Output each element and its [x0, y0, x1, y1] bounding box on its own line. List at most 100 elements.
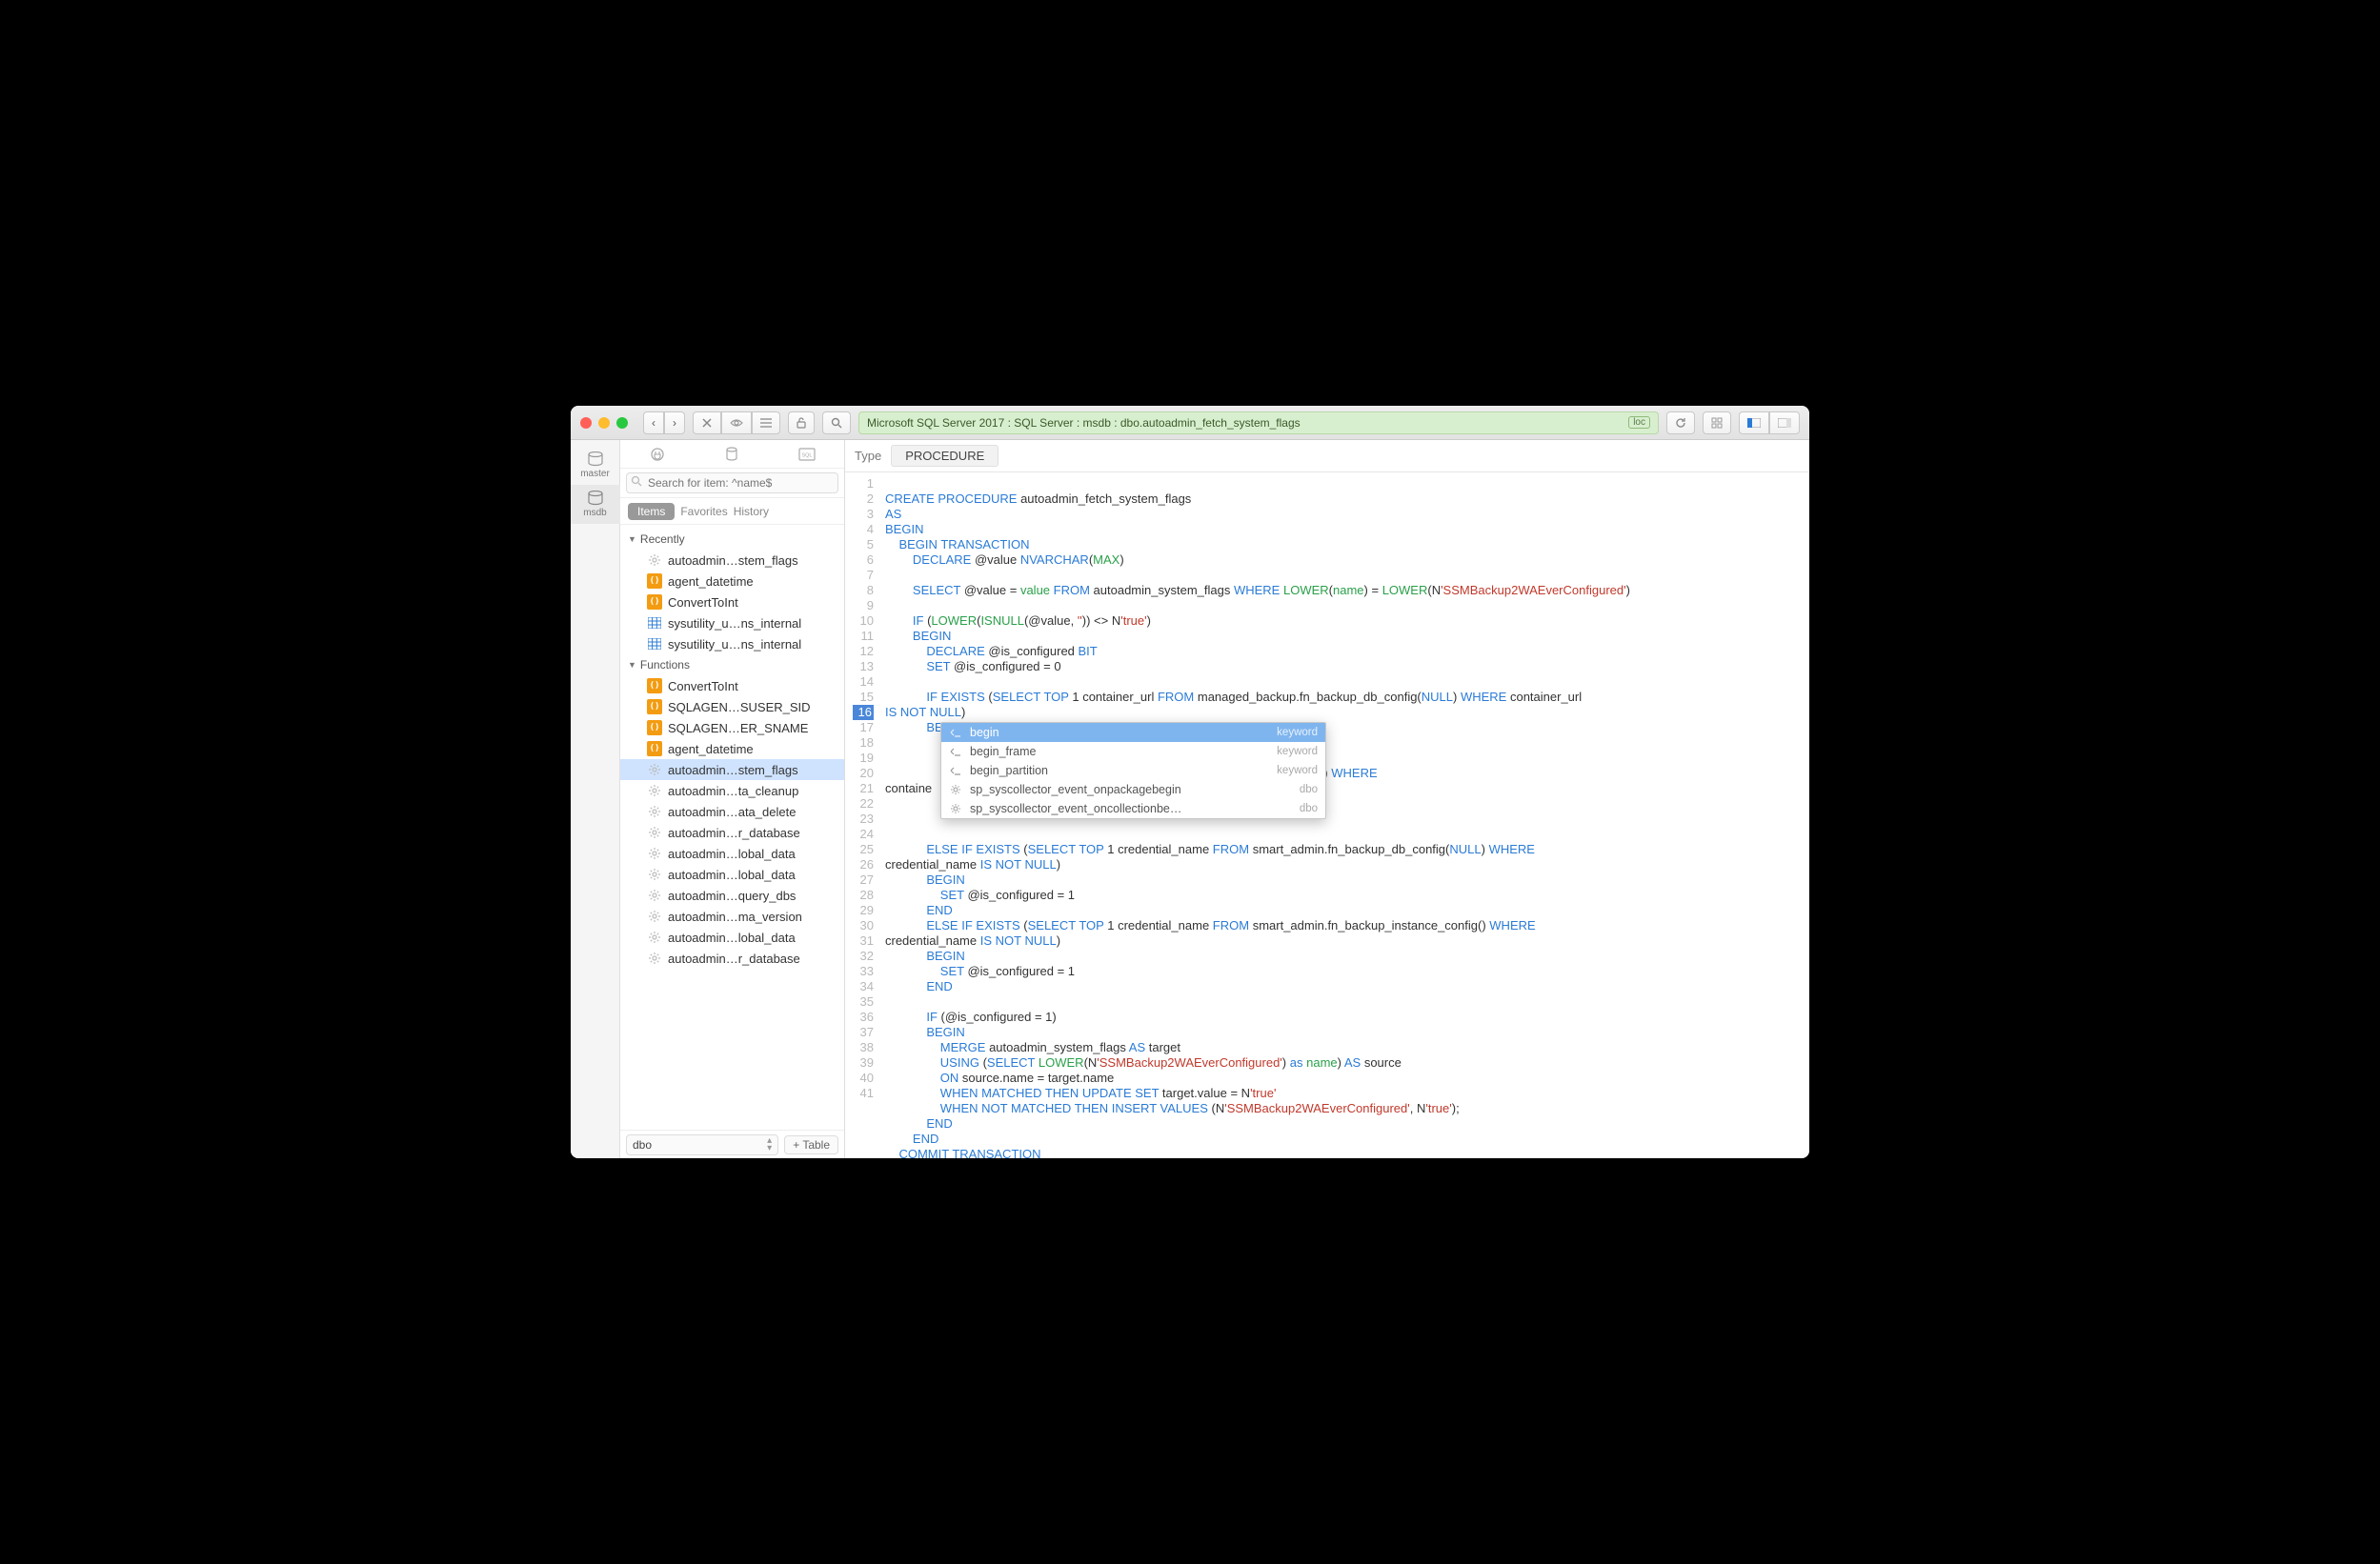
panel-right-button[interactable] — [1769, 411, 1800, 434]
tree-item[interactable]: () SQLAGEN…ER_SNAME — [620, 717, 844, 738]
minimize-window-button[interactable] — [598, 417, 610, 429]
tree: Recently autoadmin…stem_flags()agent_dat… — [620, 525, 844, 1130]
tree-item[interactable]: autoadmin…ta_cleanup — [620, 780, 844, 801]
code-editor[interactable]: 1234567891011121314151617181920212223242… — [845, 472, 1809, 1158]
search-button[interactable] — [822, 411, 851, 434]
panel-left-button[interactable] — [1739, 411, 1769, 434]
tab-history[interactable]: History — [734, 505, 769, 518]
tree-item[interactable]: ()SQLAGEN…SUSER_SID — [620, 696, 844, 717]
gear-icon — [647, 888, 662, 903]
table-icon — [647, 636, 662, 652]
autocomplete-meta: keyword — [1277, 763, 1318, 778]
tree-item[interactable]: ()ConvertToInt — [620, 592, 844, 612]
tree-item-label: sysutility_u…ns_internal — [668, 616, 801, 631]
tree-item-label: sysutility_u…ns_internal — [668, 637, 801, 652]
tree-item-label: SQLAGEN…ER_SNAME — [668, 721, 808, 735]
sidebar-tabs: Items Favorites History — [620, 498, 844, 525]
autocomplete-item[interactable]: beginkeyword — [941, 723, 1325, 742]
sidebar-search — [620, 469, 844, 498]
tree-item-label: autoadmin…ata_delete — [668, 805, 796, 819]
tree-item[interactable]: sysutility_u…ns_internal — [620, 612, 844, 633]
keyword-icon — [949, 764, 962, 777]
gear-icon — [647, 930, 662, 945]
eye-button[interactable] — [721, 411, 752, 434]
reload-button[interactable] — [1666, 411, 1695, 434]
rail-master[interactable]: master — [571, 446, 620, 485]
visibility-group — [693, 411, 780, 434]
breadcrumb-text: Microsoft SQL Server 2017 : SQL Server :… — [867, 416, 1301, 430]
app-window: ‹ › Microsoft SQL Server 2017 : SQL Serv… — [571, 406, 1809, 1158]
database-icon — [586, 451, 605, 467]
nav-forward-button[interactable]: › — [664, 411, 685, 434]
tree-item[interactable]: autoadmin…query_dbs — [620, 885, 844, 906]
gear-icon — [949, 802, 962, 815]
tree-item[interactable]: ()ConvertToInt — [620, 675, 844, 696]
titlebar: ‹ › Microsoft SQL Server 2017 : SQL Serv… — [571, 406, 1809, 440]
gear-icon — [647, 846, 662, 861]
search-icon — [631, 475, 642, 487]
schema-select[interactable]: dbo ▴▾ — [626, 1134, 778, 1155]
tree-item-label: autoadmin…ta_cleanup — [668, 784, 798, 798]
function-icon: () — [647, 741, 662, 756]
database-icon — [586, 491, 605, 506]
tab-favorites[interactable]: Favorites — [680, 505, 727, 518]
tree-item[interactable]: autoadmin…ata_delete — [620, 801, 844, 822]
tree-item[interactable]: autoadmin…stem_flags — [620, 550, 844, 571]
search-input[interactable] — [626, 472, 838, 493]
breadcrumb-bar[interactable]: Microsoft SQL Server 2017 : SQL Server :… — [858, 411, 1659, 434]
database-icon[interactable] — [721, 444, 742, 465]
grid-button[interactable] — [1703, 411, 1731, 434]
chevron-updown-icon: ▴▾ — [767, 1137, 772, 1153]
nav-back-button[interactable]: ‹ — [643, 411, 664, 434]
autocomplete-item[interactable]: sp_syscollector_event_onpackagebegindbo — [941, 780, 1325, 799]
gear-icon — [949, 783, 962, 796]
tree-item-label: autoadmin…r_database — [668, 952, 800, 966]
add-table-button[interactable]: + Table — [784, 1135, 838, 1154]
autocomplete-popup: beginkeywordbegin_framekeywordbegin_part… — [940, 722, 1326, 819]
gear-icon — [647, 783, 662, 798]
rail-msdb[interactable]: msdb — [571, 485, 620, 524]
rail-label: msdb — [583, 508, 606, 518]
tree-item[interactable]: autoadmin…lobal_data — [620, 927, 844, 948]
tree-item[interactable]: autoadmin…lobal_data — [620, 843, 844, 864]
tab-items[interactable]: Items — [628, 503, 675, 520]
autocomplete-item[interactable]: sp_syscollector_event_oncollectionbe… dbo — [941, 799, 1325, 818]
maximize-window-button[interactable] — [616, 417, 628, 429]
tree-item-label: autoadmin…ma_version — [668, 910, 802, 924]
rail-label: master — [580, 469, 610, 479]
menu-button[interactable] — [752, 411, 780, 434]
tree-item[interactable]: sysutility_u…ns_internal — [620, 633, 844, 654]
gear-icon — [647, 867, 662, 882]
main-header: Type PROCEDURE — [845, 440, 1809, 472]
tree-item-label: ConvertToInt — [668, 679, 738, 693]
autocomplete-meta: dbo — [1300, 801, 1318, 816]
tree-item-label: autoadmin…lobal_data — [668, 868, 796, 882]
tree-item[interactable]: autoadmin…stem_flags — [620, 759, 844, 780]
autocomplete-name: sp_syscollector_event_onpackagebegin — [970, 782, 1292, 797]
sql-icon[interactable]: SQL — [797, 444, 817, 465]
autocomplete-item[interactable]: begin_framekeyword — [941, 742, 1325, 761]
gear-icon — [647, 552, 662, 568]
keyword-icon — [949, 726, 962, 739]
autocomplete-item[interactable]: begin_partitionkeyword — [941, 761, 1325, 780]
plug-icon[interactable] — [647, 444, 668, 465]
close-tab-button[interactable] — [693, 411, 721, 434]
tree-item[interactable]: autoadmin…lobal_data — [620, 864, 844, 885]
tree-item[interactable]: ()agent_datetime — [620, 571, 844, 592]
function-icon: () — [647, 720, 662, 735]
tree-header-recently[interactable]: Recently — [620, 529, 844, 550]
tree-item[interactable]: ()agent_datetime — [620, 738, 844, 759]
autocomplete-meta: keyword — [1277, 725, 1318, 740]
tree-item[interactable]: autoadmin…r_database — [620, 822, 844, 843]
schema-value: dbo — [633, 1138, 652, 1152]
lock-button[interactable] — [788, 411, 815, 434]
sidebar: SQL Items Favorites History Recently aut… — [620, 440, 845, 1158]
panel-toggle-group — [1739, 411, 1800, 434]
tree-header-functions[interactable]: Functions — [620, 654, 844, 675]
tree-item[interactable]: autoadmin…r_database — [620, 948, 844, 969]
autocomplete-name: sp_syscollector_event_oncollectionbe… — [970, 801, 1292, 816]
db-rail: master msdb — [571, 440, 620, 1158]
gear-icon — [647, 909, 662, 924]
close-window-button[interactable] — [580, 417, 592, 429]
tree-item[interactable]: autoadmin…ma_version — [620, 906, 844, 927]
